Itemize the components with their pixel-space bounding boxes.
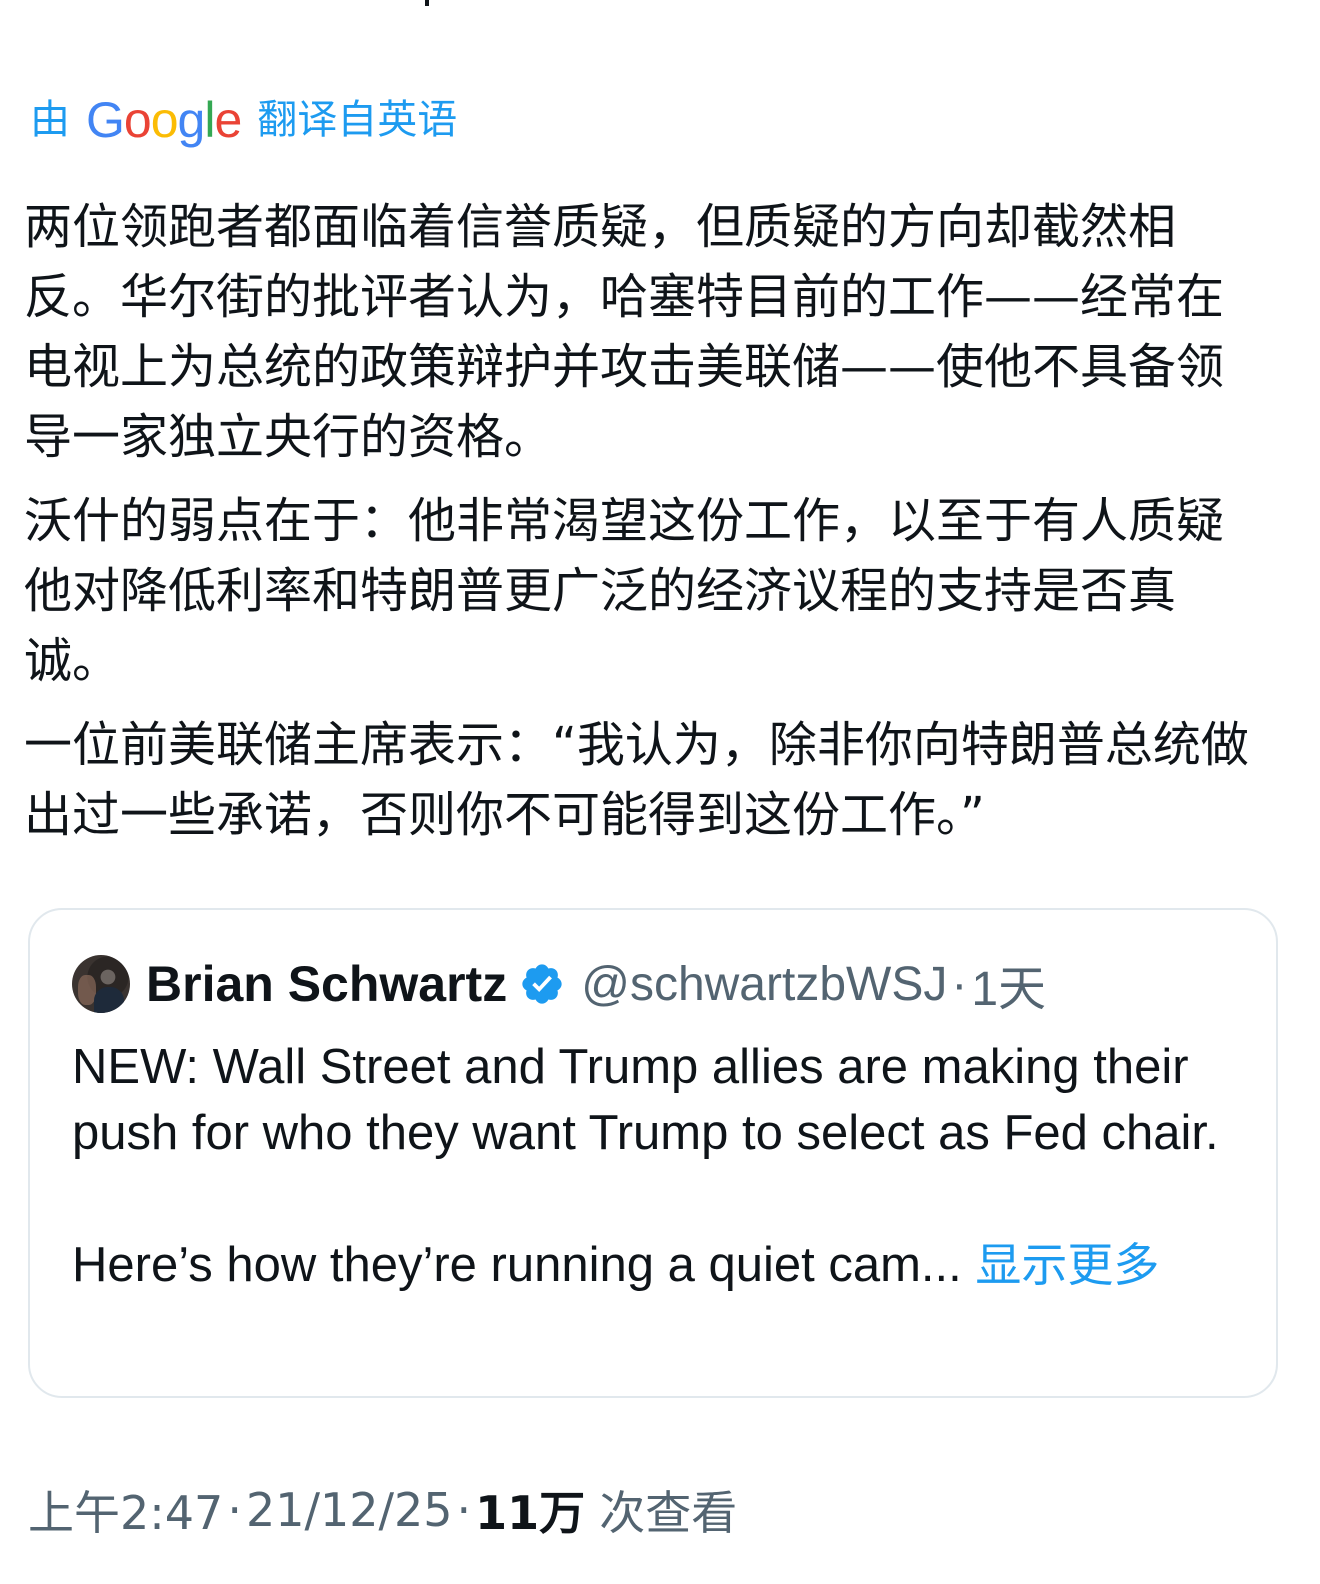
clipped-character-fragment xyxy=(425,0,437,6)
views-label: 次查看 xyxy=(599,1486,738,1540)
post-date[interactable]: 21/12/25 xyxy=(246,1483,453,1537)
author-name[interactable]: Brian Schwartz xyxy=(146,955,507,1013)
author-handle[interactable]: @schwartzbWSJ xyxy=(581,957,947,1012)
avatar[interactable] xyxy=(72,955,130,1013)
google-logo: Google xyxy=(86,92,242,148)
dot-separator: · xyxy=(456,1483,472,1537)
quoted-tweet-text: NEW: Wall Street and Trump allies are ma… xyxy=(72,1034,1242,1298)
quoted-tweet-card[interactable]: Brian Schwartz @schwartzbWSJ · 1天 NEW: W… xyxy=(28,908,1278,1398)
dot-separator: · xyxy=(951,957,968,1011)
tweet-paragraph: 两位领跑者都面临着信誉质疑，但质疑的方向却截然相反。华尔街的批评者认为，哈塞特目… xyxy=(24,199,1225,465)
tweet-paragraph: 一位前美联储主席表示：“我认为，除非你向特朗普总统做出过一些承诺，否则你不可能得… xyxy=(24,717,1249,843)
quoted-tweet-header: Brian Schwartz @schwartzbWSJ · 1天 xyxy=(72,954,1046,1016)
tweet-paragraph: 沃什的弱点在于：他非常渴望这份工作，以至于有人质疑他对降低利率和特朗普更广泛的经… xyxy=(24,493,1225,689)
tweet-body: 两位领跑者都面临着信誉质疑，但质疑的方向却截然相反。华尔街的批评者认为，哈塞特目… xyxy=(24,192,1264,864)
tweet-meta: 上午2:47 · 21/12/25 · 11万 次查看 xyxy=(28,1480,737,1540)
translation-prefix: 由 xyxy=(30,97,70,143)
post-time[interactable]: 上午2:47 xyxy=(28,1477,223,1543)
quoted-text-truncated: Here’s how they’re running a quiet cam..… xyxy=(72,1238,962,1292)
translation-suffix: 翻译自英语 xyxy=(257,97,458,143)
translation-banner[interactable]: 由 Google 翻译自英语 xyxy=(30,88,457,152)
show-more-link[interactable]: 显示更多 xyxy=(975,1238,1159,1292)
quoted-text-line: Here’s how they’re running a quiet cam..… xyxy=(72,1232,1242,1298)
dot-separator: · xyxy=(227,1483,242,1537)
verified-badge-icon xyxy=(522,964,562,1004)
views-count[interactable]: 11万 xyxy=(475,1477,585,1543)
quoted-text-line: NEW: Wall Street and Trump allies are ma… xyxy=(72,1040,1219,1160)
post-time[interactable]: 1天 xyxy=(971,949,1046,1019)
